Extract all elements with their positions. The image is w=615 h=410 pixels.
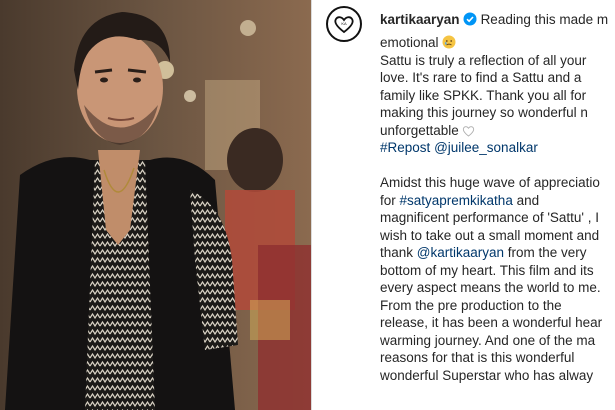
quoted-caption-text: magnificent performance of 'Sattu' , I bbox=[380, 210, 600, 225]
quoted-caption-text: for bbox=[380, 192, 400, 208]
quoted-caption-text: warming journey. And one of the ma bbox=[380, 332, 596, 348]
avatar-heart-logo-icon: KA bbox=[334, 16, 354, 34]
caption-body: emotional Sattu is truly a reflection of… bbox=[380, 34, 615, 384]
quoted-caption-line: warming journey. And one of the ma bbox=[380, 332, 615, 350]
quoted-caption-line: magnificent performance of 'Sattu' , I bbox=[380, 209, 615, 227]
quoted-caption-line: Amidst this huge wave of appreciatio bbox=[380, 174, 615, 192]
quoted-caption-text: bottom of my heart. This film and its bbox=[380, 262, 594, 278]
mention-link[interactable]: @kartikaaryan bbox=[417, 245, 504, 260]
quoted-caption-line: for #satyapremkikatha and bbox=[380, 192, 615, 210]
caption-line: family like SPKK. Thank you all for bbox=[380, 87, 587, 103]
caption-panel[interactable]: KA kartikaaryan Reading this made m emot… bbox=[312, 0, 615, 410]
caption-line: making this journey so wonderful n bbox=[380, 105, 588, 120]
instagram-post-view: KA kartikaaryan Reading this made m emot… bbox=[0, 0, 615, 410]
quoted-caption-line: reasons for that is this wonderful bbox=[380, 349, 615, 367]
avatar[interactable]: KA bbox=[326, 6, 362, 42]
username-link[interactable]: kartikaaryan bbox=[380, 12, 460, 27]
svg-text:KA: KA bbox=[341, 21, 347, 26]
quoted-caption-line: release, it has been a wonderful hear bbox=[380, 314, 615, 332]
quoted-caption-text: wonderful Superstar who has alway bbox=[380, 367, 594, 383]
quoted-caption-text: every aspect means the world to me. bbox=[380, 280, 601, 295]
quoted-caption-text: and bbox=[512, 192, 540, 208]
repost-hashtag-link[interactable]: #Repost bbox=[380, 140, 430, 155]
caption-text: emotional bbox=[380, 35, 439, 50]
white-heart-icon bbox=[462, 125, 474, 137]
caption-line: unforgettable bbox=[380, 122, 615, 140]
quoted-caption-text: wish to take out a small moment and bbox=[380, 227, 600, 243]
quoted-caption-text: reasons for that is this wonderful bbox=[380, 350, 575, 365]
quoted-caption-line: wish to take out a small moment and bbox=[380, 227, 615, 245]
caption-line: emotional bbox=[380, 34, 615, 52]
verified-badge-icon bbox=[463, 12, 477, 26]
post-photo-illustration bbox=[0, 0, 311, 410]
quoted-caption: Amidst this huge wave of appreciatio for … bbox=[380, 174, 615, 384]
quoted-caption-text: Amidst this huge wave of appreciatio bbox=[380, 175, 600, 190]
caption-text: unforgettable bbox=[380, 122, 459, 138]
post-header: kartikaaryan Reading this made m bbox=[380, 12, 608, 27]
post-photo[interactable] bbox=[0, 0, 311, 410]
quoted-caption-line: wonderful Superstar who has alway bbox=[380, 367, 615, 385]
quoted-caption-text: release, it has been a wonderful hear bbox=[380, 315, 603, 330]
caption-first-line: Reading this made m bbox=[480, 12, 609, 27]
quoted-caption-text: from the very bbox=[504, 245, 587, 260]
caption-line: love. It's rare to find a Sattu and a bbox=[380, 70, 582, 85]
hashtag-link[interactable]: #satyapremkikatha bbox=[400, 193, 513, 208]
caption-line: Sattu is truly a reflection of all your bbox=[380, 52, 587, 68]
quoted-caption-line: From the pre production to the bbox=[380, 297, 615, 315]
repost-line: #Repost @juilee_sonalkar bbox=[380, 139, 615, 157]
crying-face-icon bbox=[442, 35, 456, 49]
quoted-caption-line: every aspect means the world to me. bbox=[380, 279, 615, 297]
quoted-caption-line: bottom of my heart. This film and its bbox=[380, 262, 615, 280]
quoted-caption-text: thank bbox=[380, 245, 417, 260]
quoted-caption-line: thank @kartikaaryan from the very bbox=[380, 244, 615, 262]
quoted-caption-text: From the pre production to the bbox=[380, 297, 562, 313]
repost-mention-link[interactable]: @juilee_sonalkar bbox=[434, 140, 538, 155]
